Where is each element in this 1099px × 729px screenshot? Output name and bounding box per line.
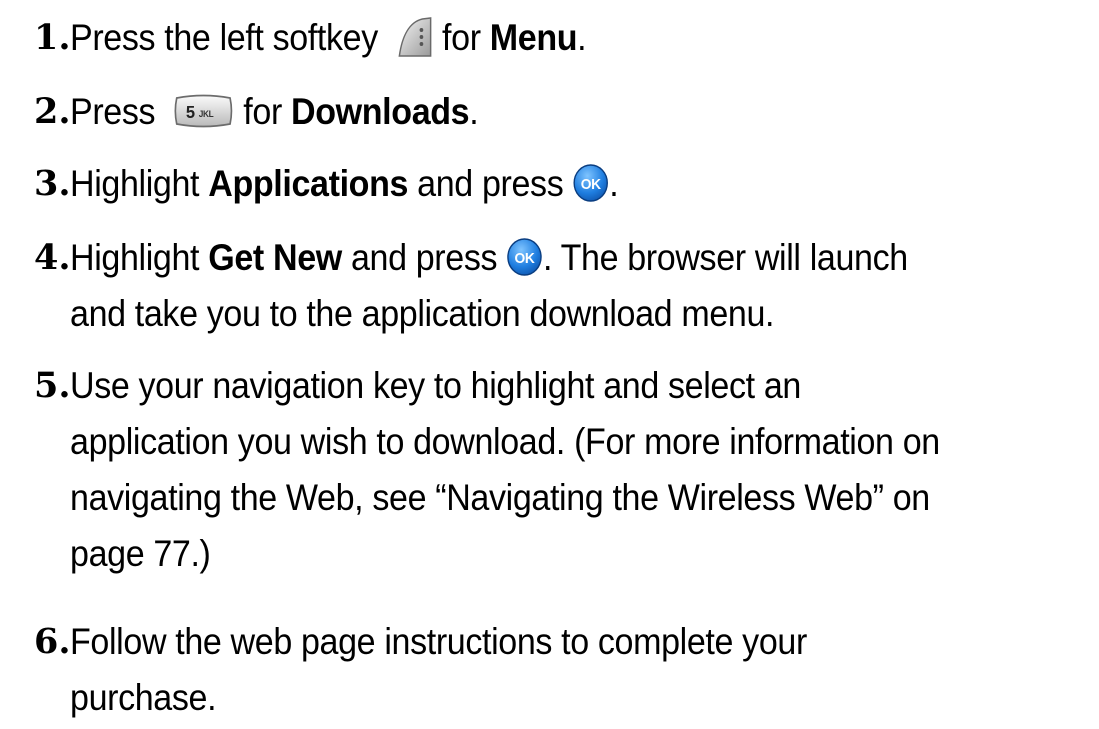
step-text-part: Highlight	[70, 237, 209, 278]
step-text-part: .	[577, 17, 587, 58]
step-text-line: Follow the web page instructions to comp…	[70, 621, 807, 662]
step-text: Press 5 JKL for Downloads.	[70, 84, 1013, 140]
svg-text:OK: OK	[515, 251, 536, 268]
step-number: 6.	[34, 621, 71, 662]
step-text-part: and press	[341, 237, 507, 278]
step-text-part: Highlight	[70, 163, 209, 204]
ok-button-icon: OK	[506, 237, 543, 277]
step-text-line: and take you to the application download…	[70, 293, 775, 334]
step-text-line: application you wish to download. (For m…	[70, 421, 940, 462]
ok-button-icon: OK	[572, 163, 609, 203]
step-text-part: and press	[408, 163, 573, 204]
step-number: 5.	[34, 365, 71, 406]
svg-text:OK: OK	[581, 177, 602, 194]
step-text-line: Use your navigation key to highlight and…	[70, 365, 801, 406]
applications-bold-label: Applications	[208, 163, 409, 204]
step-text-line: purchase.	[70, 677, 217, 718]
step-text-line: navigating the Web, see “Navigating the …	[70, 477, 930, 518]
step-text-part: Press	[70, 91, 156, 132]
step-text: Highlight Applications and press OK .	[70, 156, 1013, 212]
downloads-bold-label: Downloads	[291, 91, 470, 132]
step-text-part: .	[609, 163, 619, 204]
step-number: 1.	[34, 17, 71, 58]
step-text-part: Press the left softkey	[70, 17, 378, 58]
step-text-part: for	[442, 17, 490, 58]
get-new-bold-label: Get New	[208, 237, 342, 278]
svg-text:5: 5	[186, 102, 196, 123]
step-text-part: . The browser will launch	[543, 237, 908, 278]
step-text-part: .	[469, 91, 479, 132]
left-softkey-icon	[396, 16, 433, 58]
step-number: 2.	[34, 91, 71, 132]
key-5-jkl-icon: 5 JKL	[173, 94, 234, 128]
instruction-page: 1. Press the left softkey for Menu. 2. P…	[0, 0, 1099, 729]
svg-text:JKL: JKL	[199, 109, 214, 119]
step-text: Highlight Get New and press OK . The bro…	[70, 230, 1013, 342]
step-text-part: for	[243, 91, 292, 132]
step-text: Follow the web page instructions to comp…	[70, 614, 1013, 726]
step-text: Use your navigation key to highlight and…	[70, 358, 1013, 582]
step-text-line: page 77.)	[70, 533, 211, 574]
menu-bold-label: Menu	[489, 17, 578, 58]
step-text: Press the left softkey for Menu.	[70, 10, 1013, 66]
step-number: 4.	[34, 237, 71, 278]
step-number: 3.	[34, 163, 71, 204]
